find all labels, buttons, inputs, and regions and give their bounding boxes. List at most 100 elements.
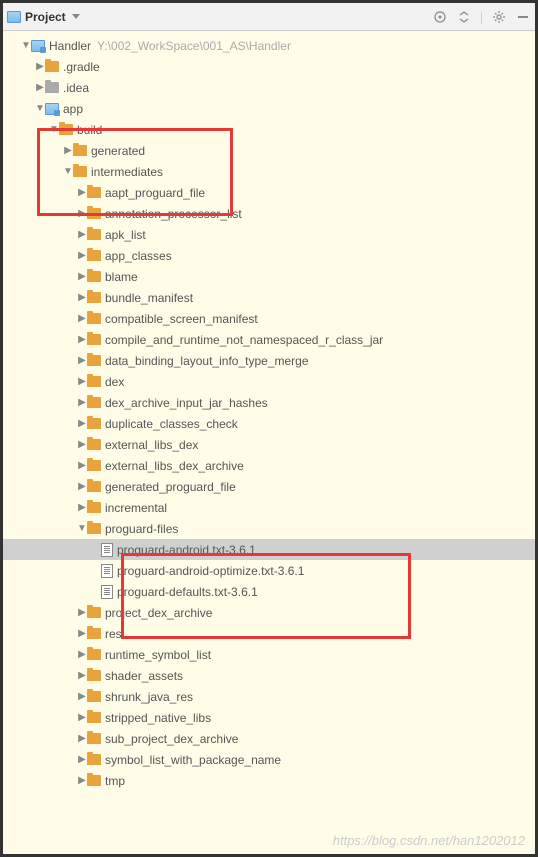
locate-icon[interactable] (432, 9, 448, 25)
folder-compile_and_runtime_not_namespaced_r_class_jar[interactable]: ▶ compile_and_runtime_not_namespaced_r_c… (3, 329, 535, 350)
expand-arrow-icon[interactable]: ▶ (77, 712, 87, 723)
node-label: annotation_processor_list (105, 207, 242, 221)
folder-icon (87, 628, 101, 639)
folder-incremental[interactable]: ▶ incremental (3, 497, 535, 518)
hide-icon[interactable] (515, 9, 531, 25)
expand-arrow-icon[interactable]: ▶ (77, 502, 87, 513)
node-label: incremental (105, 501, 167, 515)
folder-generated_proguard_file[interactable]: ▶ generated_proguard_file (3, 476, 535, 497)
expand-arrow-icon[interactable]: ▶ (77, 208, 87, 219)
folder-aapt_proguard_file[interactable]: ▶ aapt_proguard_file (3, 182, 535, 203)
expand-arrow-icon[interactable]: ▼ (49, 124, 59, 135)
collapse-icon[interactable] (456, 9, 472, 25)
chevron-down-icon (72, 14, 80, 19)
expand-arrow-icon[interactable]: ▶ (77, 439, 87, 450)
folder-icon (87, 250, 101, 261)
folder-app_classes[interactable]: ▶ app_classes (3, 245, 535, 266)
expand-arrow-icon[interactable]: ▶ (35, 82, 45, 93)
expand-arrow-icon[interactable]: ▶ (77, 313, 87, 324)
node-label: dex_archive_input_jar_hashes (105, 396, 268, 410)
expand-arrow-icon[interactable]: ▶ (77, 460, 87, 471)
project-panel: Project | ▼ Handler Y:\002_WorkSpace\001… (0, 0, 538, 857)
expand-arrow-icon[interactable]: ▶ (77, 250, 87, 261)
folder-generated[interactable]: ▶ generated (3, 140, 535, 161)
folder-bundle_manifest[interactable]: ▶ bundle_manifest (3, 287, 535, 308)
toolbar: Project | (3, 3, 535, 31)
expand-arrow-icon[interactable]: ▶ (35, 61, 45, 72)
expand-arrow-icon[interactable]: ▶ (77, 481, 87, 492)
folder-intermediates[interactable]: ▼ intermediates (3, 161, 535, 182)
folder-shrunk_java_res[interactable]: ▶ shrunk_java_res (3, 686, 535, 707)
folder-icon (87, 292, 101, 303)
expand-arrow-icon[interactable]: ▶ (77, 418, 87, 429)
folder-icon (87, 502, 101, 513)
folder-symbol_list_with_package_name[interactable]: ▶ symbol_list_with_package_name (3, 749, 535, 770)
root-node[interactable]: ▼ Handler Y:\002_WorkSpace\001_AS\Handle… (3, 35, 535, 56)
expand-arrow-icon[interactable]: ▶ (77, 397, 87, 408)
expand-arrow-icon[interactable]: ▶ (77, 649, 87, 660)
view-selector[interactable]: Project (7, 10, 80, 24)
gear-icon[interactable] (491, 9, 507, 25)
folder-tmp[interactable]: ▶ tmp (3, 770, 535, 791)
expand-arrow-icon[interactable]: ▶ (63, 145, 73, 156)
expand-arrow-icon[interactable]: ▶ (77, 628, 87, 639)
folder-external_libs_dex_archive[interactable]: ▶ external_libs_dex_archive (3, 455, 535, 476)
expand-arrow-icon[interactable]: ▶ (77, 733, 87, 744)
expand-arrow-icon[interactable]: ▼ (63, 166, 73, 177)
folder-icon (87, 355, 101, 366)
node-label: dex (105, 375, 124, 389)
folder-external_libs_dex[interactable]: ▶ external_libs_dex (3, 434, 535, 455)
expand-arrow-icon[interactable]: ▼ (21, 40, 31, 51)
folder-icon (87, 481, 101, 492)
node-label: tmp (105, 774, 125, 788)
folder-build[interactable]: ▼ build (3, 119, 535, 140)
project-tree[interactable]: ▼ Handler Y:\002_WorkSpace\001_AS\Handle… (3, 31, 535, 854)
expand-arrow-icon[interactable]: ▶ (77, 754, 87, 765)
folder-compatible_screen_manifest[interactable]: ▶ compatible_screen_manifest (3, 308, 535, 329)
folder-proguard-files[interactable]: ▼ proguard-files (3, 518, 535, 539)
file-icon (101, 543, 113, 557)
module-app[interactable]: ▼ app (3, 98, 535, 119)
file-proguard-android-optimize-txt-3-6-1[interactable]: ▶ proguard-android-optimize.txt-3.6.1 (3, 560, 535, 581)
node-label: .gradle (63, 60, 100, 74)
folder-dex[interactable]: ▶ dex (3, 371, 535, 392)
expand-arrow-icon[interactable]: ▼ (35, 103, 45, 114)
folder-sub_project_dex_archive[interactable]: ▶ sub_project_dex_archive (3, 728, 535, 749)
separator: | (480, 10, 483, 24)
folder-data_binding_layout_info_type_merge[interactable]: ▶ data_binding_layout_info_type_merge (3, 350, 535, 371)
folder-runtime_symbol_list[interactable]: ▶ runtime_symbol_list (3, 644, 535, 665)
expand-arrow-icon[interactable]: ▶ (77, 376, 87, 387)
expand-arrow-icon[interactable]: ▶ (77, 229, 87, 240)
file-icon (101, 585, 113, 599)
file-proguard-defaults-txt-3-6-1[interactable]: ▶ proguard-defaults.txt-3.6.1 (3, 581, 535, 602)
node-label: build (77, 123, 102, 137)
expand-arrow-icon[interactable]: ▶ (77, 292, 87, 303)
folder-duplicate_classes_check[interactable]: ▶ duplicate_classes_check (3, 413, 535, 434)
folder-icon (87, 208, 101, 219)
expand-arrow-icon[interactable]: ▶ (77, 271, 87, 282)
folder-blame[interactable]: ▶ blame (3, 266, 535, 287)
expand-arrow-icon[interactable]: ▶ (77, 334, 87, 345)
expand-arrow-icon[interactable]: ▼ (77, 523, 87, 534)
expand-arrow-icon[interactable]: ▶ (77, 355, 87, 366)
node-label: .idea (63, 81, 89, 95)
expand-arrow-icon[interactable]: ▶ (77, 775, 87, 786)
node-label: compatible_screen_manifest (105, 312, 258, 326)
folder-idea[interactable]: ▶ .idea (3, 77, 535, 98)
expand-arrow-icon[interactable]: ▶ (77, 670, 87, 681)
folder-gradle[interactable]: ▶ .gradle (3, 56, 535, 77)
folder-res[interactable]: ▶ res (3, 623, 535, 644)
expand-arrow-icon[interactable]: ▶ (77, 607, 87, 618)
node-label: app (63, 102, 83, 116)
folder-stripped_native_libs[interactable]: ▶ stripped_native_libs (3, 707, 535, 728)
node-label: duplicate_classes_check (105, 417, 238, 431)
folder-annotation_processor_list[interactable]: ▶ annotation_processor_list (3, 203, 535, 224)
file-proguard-android-txt-3-6-1[interactable]: ▶ proguard-android.txt-3.6.1 (3, 539, 535, 560)
folder-shader_assets[interactable]: ▶ shader_assets (3, 665, 535, 686)
expand-arrow-icon[interactable]: ▶ (77, 691, 87, 702)
folder-apk_list[interactable]: ▶ apk_list (3, 224, 535, 245)
expand-arrow-icon[interactable]: ▶ (77, 187, 87, 198)
folder-dex_archive_input_jar_hashes[interactable]: ▶ dex_archive_input_jar_hashes (3, 392, 535, 413)
folder-project_dex_archive[interactable]: ▶ project_dex_archive (3, 602, 535, 623)
folder-icon (59, 124, 73, 135)
